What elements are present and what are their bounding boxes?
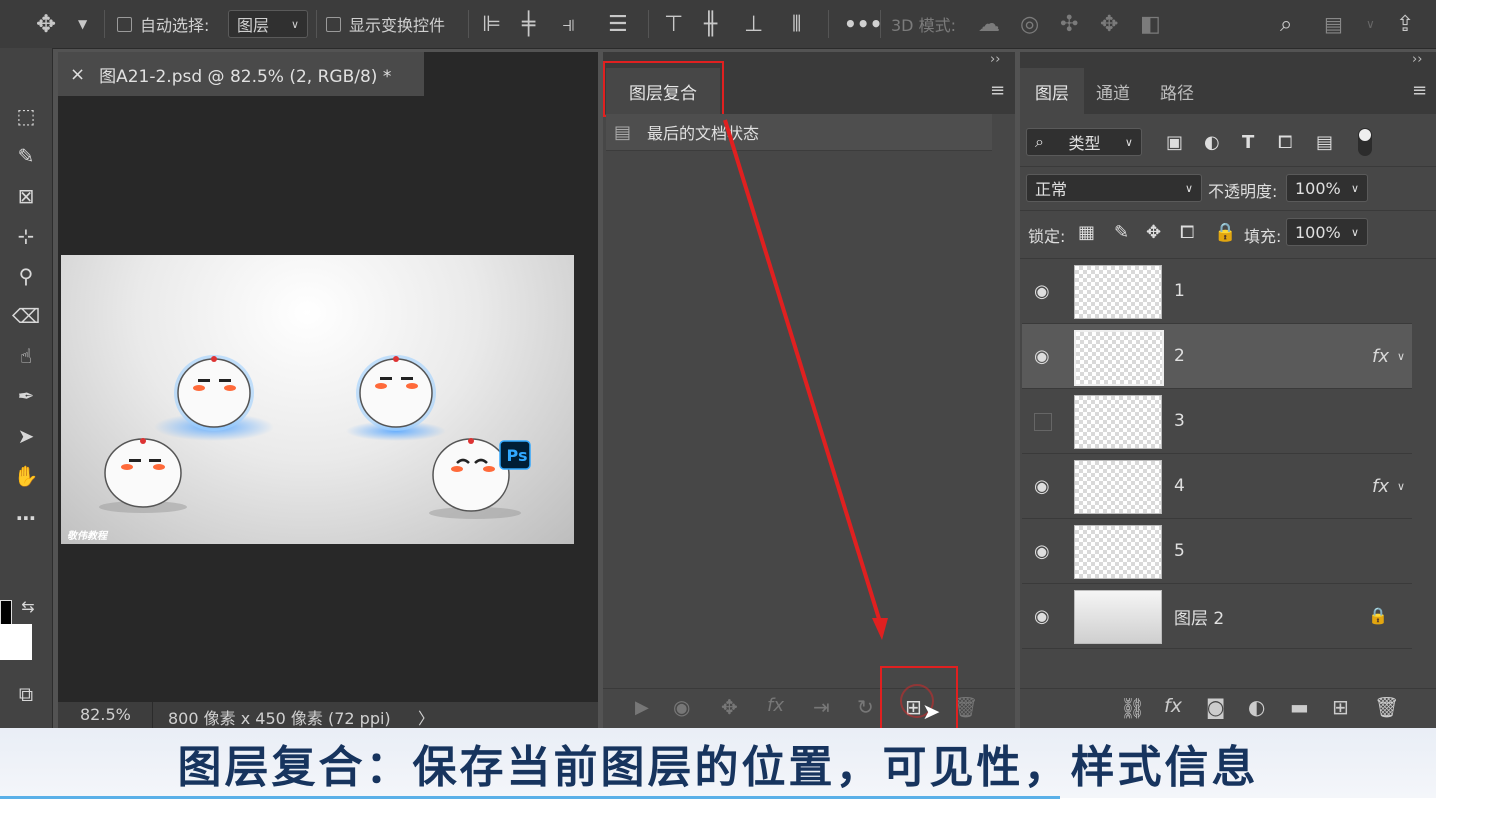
progress-line <box>0 796 1060 799</box>
caption-text: 图层复合：保存当前图层的位置，可见性，样式信息 <box>177 742 1259 793</box>
photoshop-window: ✥ ▼ 自动选择: 图层 ∨ 显示变换控件 ⊫ ╪ ⫣ ☰ ⊤ ╫ ⊥ ⫴ ••… <box>0 0 1436 728</box>
annotation-arrow <box>723 119 888 640</box>
